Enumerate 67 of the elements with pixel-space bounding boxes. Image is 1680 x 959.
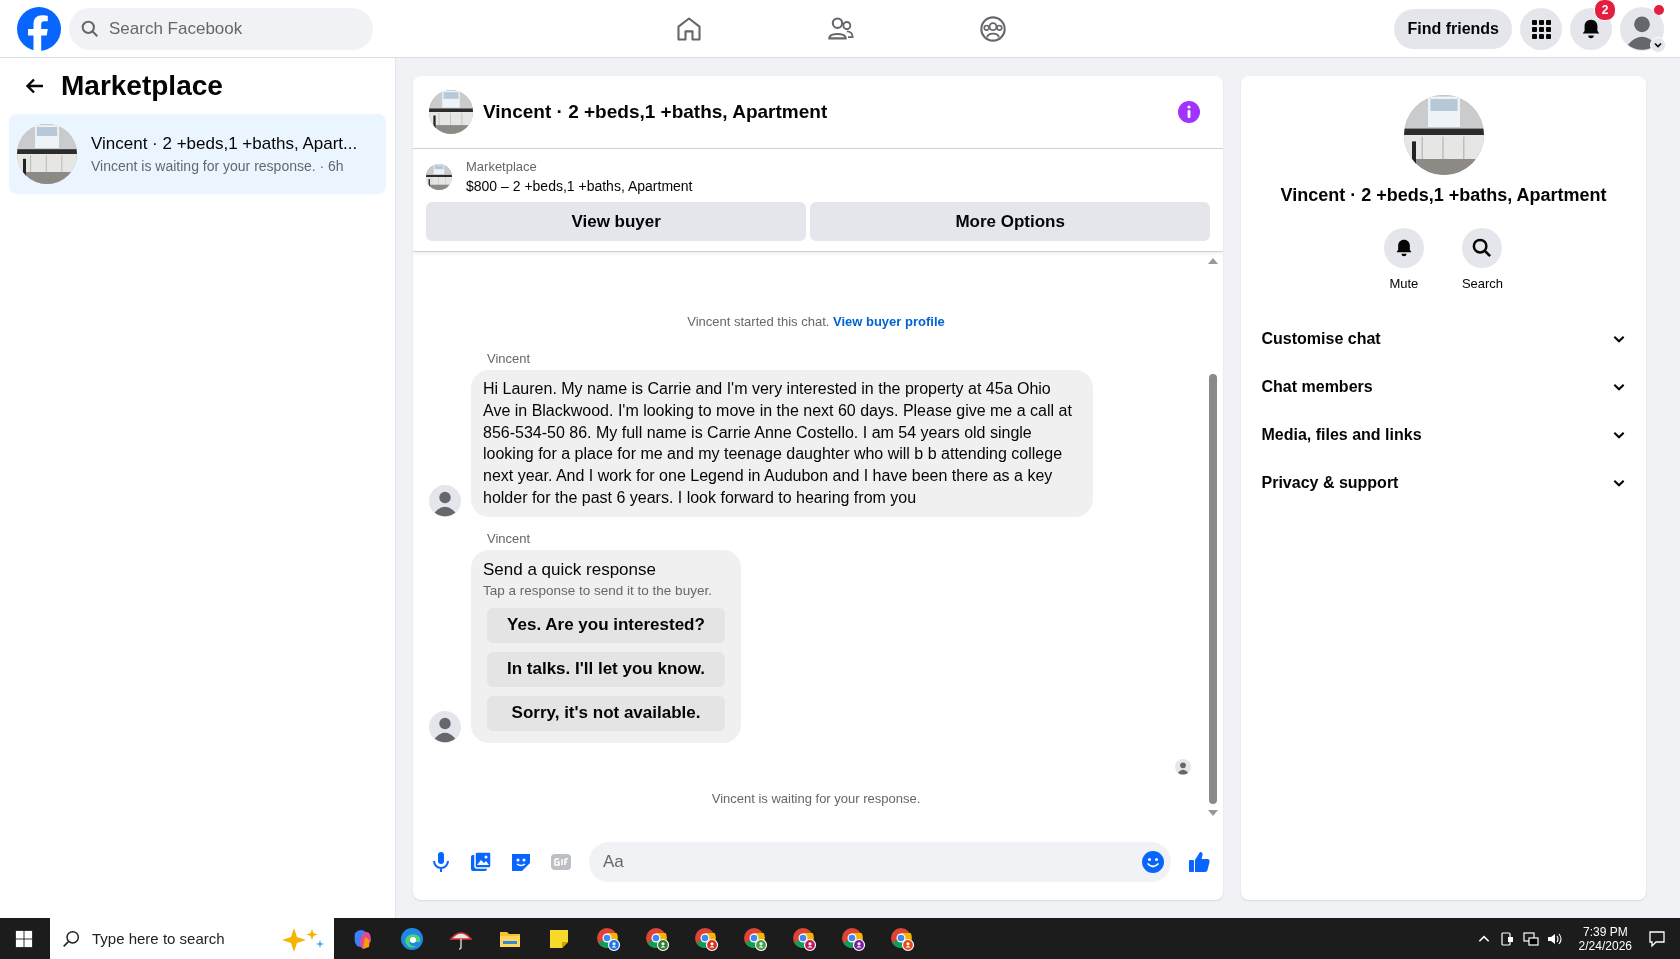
chat-started-note: Vincent started this chat. View buyer profile xyxy=(686,314,946,329)
menu-button[interactable] xyxy=(1520,7,1562,50)
section-header[interactable]: Media, files and links xyxy=(1257,411,1630,459)
sender-name: Vincent xyxy=(487,530,532,546)
browser-icon[interactable] xyxy=(692,925,719,952)
emoji-icon[interactable] xyxy=(1141,850,1165,874)
windows-icon[interactable] xyxy=(15,929,33,948)
mute-button[interactable] xyxy=(1383,228,1424,268)
info-icon[interactable] xyxy=(1177,100,1201,124)
notification-center-icon[interactable] xyxy=(1648,929,1666,948)
search-icon xyxy=(62,929,80,948)
browser-icon[interactable] xyxy=(399,926,424,951)
details-title: Vincent · 2 +beds,1 +baths, Apartment xyxy=(1280,185,1607,206)
image-icon[interactable] xyxy=(469,850,493,874)
message-bubble: Hi Lauren. My name is Carrie and I'm very interested in the property at 45a Ohio Ave in Blackwood. I'm looking to move in the next 60 days. Please give me a call at 856-534-50 86. My full name is Carrie Anne Costello. I am 54 years old single looking for a place for me and my teenage daughter who will b b attending college next year. And I work for one Legend in Audubon and I have been there as a key holder for the past 6 years. I look forward to hearing from you xyxy=(471,370,1093,517)
sender-name: Vincent xyxy=(487,351,532,366)
search-icon xyxy=(81,19,99,38)
browser-icon[interactable] xyxy=(888,925,915,952)
action-label: Mute xyxy=(1389,276,1419,291)
taskbar-search-field[interactable]: Type here to search xyxy=(90,917,264,959)
quick-response-button[interactable]: Sorry, it's not available. xyxy=(487,695,725,731)
more-options-button[interactable]: More Options xyxy=(810,202,1210,241)
chat-title: Vincent · 2 +beds,1 +baths, Apartment xyxy=(483,101,829,123)
network-icon[interactable] xyxy=(1522,930,1539,947)
action-label: Search xyxy=(1461,276,1504,291)
view-buyer-profile-link[interactable]: View buyer profile xyxy=(833,314,945,329)
waiting-status: Vincent is waiting for your response. xyxy=(710,790,922,806)
listing-label: Marketplace xyxy=(466,159,538,174)
quick-response-button[interactable]: In talks. I'll let you know. xyxy=(487,651,725,687)
avatar-icon xyxy=(1175,758,1191,775)
browser-icon[interactable] xyxy=(839,925,866,952)
search-bar[interactable]: Search Facebook xyxy=(69,7,373,50)
quick-response-title: Send a quick response xyxy=(483,559,657,580)
section-header[interactable]: Chat members xyxy=(1257,363,1630,411)
profile-button[interactable] xyxy=(1620,6,1664,51)
sidebar-title: Marketplace xyxy=(61,70,223,102)
view-buyer-button[interactable]: View buyer xyxy=(426,202,807,241)
taskbar-search-bar[interactable]: Type here to search xyxy=(50,918,334,959)
thumbs-up-icon[interactable] xyxy=(1187,850,1211,874)
conversation-preview: Vincent is waiting for your response. · 6h xyxy=(91,158,345,174)
section-header[interactable]: Privacy & support xyxy=(1257,459,1630,507)
section-header[interactable]: Customise chat xyxy=(1257,315,1630,363)
listing-title: $800 – 2 +beds,1 +baths, Apartment xyxy=(466,178,693,194)
scrollbar[interactable] xyxy=(1207,258,1219,816)
search-icon xyxy=(1472,238,1493,258)
grid-icon xyxy=(1531,18,1551,39)
back-arrow-icon[interactable] xyxy=(25,76,45,96)
device-icon[interactable] xyxy=(1498,930,1515,947)
search-field[interactable]: Search Facebook xyxy=(107,6,361,51)
find-friends-button[interactable]: Find friends xyxy=(1394,8,1512,49)
conversation-item[interactable]: Vincent · 2 +beds,1 +baths, Apart... Vincent is waiting for your response. · 6h xyxy=(9,114,386,194)
search-button[interactable] xyxy=(1462,228,1503,268)
quick-response-hint: Tap a response to send it to the buyer. xyxy=(483,582,713,598)
clock[interactable]: 7:39 PM 2/24/2026 xyxy=(1578,924,1632,953)
bell-icon xyxy=(1580,17,1602,40)
browser-icon[interactable] xyxy=(741,925,768,952)
avatar-icon xyxy=(429,710,461,743)
notifications-button[interactable] xyxy=(1570,7,1612,50)
browser-icon[interactable] xyxy=(643,925,670,952)
avatar-icon xyxy=(429,484,461,517)
browser-icon[interactable] xyxy=(790,925,817,952)
group-icon[interactable] xyxy=(978,14,1007,43)
notification-badge: 2 xyxy=(1594,0,1616,21)
quick-response-button[interactable]: Yes. Are you interested? xyxy=(487,607,725,643)
logo-icon[interactable] xyxy=(17,6,61,51)
conversation-title: Vincent · 2 +beds,1 +baths, Apart... xyxy=(91,134,358,154)
browser-icon[interactable] xyxy=(594,925,621,952)
